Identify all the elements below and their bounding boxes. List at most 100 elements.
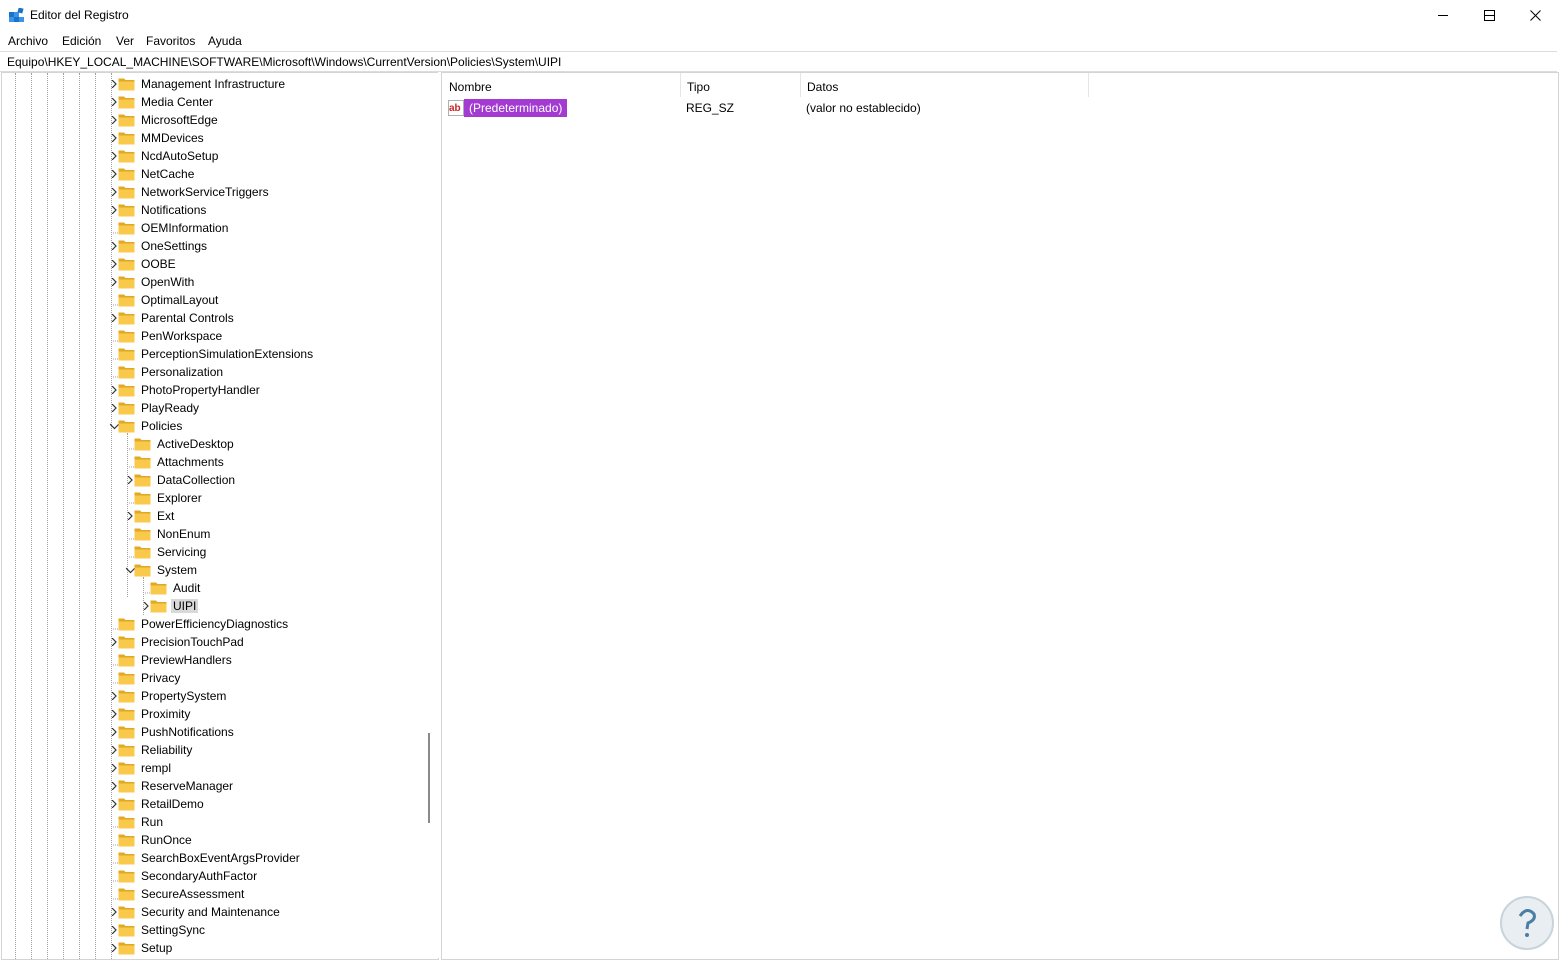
tree-item[interactable]: Ext <box>124 507 438 525</box>
folder-icon <box>150 582 167 595</box>
folder-icon <box>118 276 135 289</box>
folder-icon <box>118 924 135 937</box>
minimize-button-real[interactable] <box>1420 0 1466 31</box>
tree-item-label: Servicing <box>157 545 207 559</box>
help-person-icon <box>1518 909 1536 937</box>
tree-item[interactable]: Media Center <box>108 93 428 111</box>
folder-icon <box>134 510 151 523</box>
tree-item[interactable]: Reliability <box>108 741 428 759</box>
tree-item[interactable]: NetCache <box>108 165 428 183</box>
tree-item[interactable]: OOBE <box>108 255 428 273</box>
tree-item[interactable]: Policies <box>108 417 428 435</box>
tree-item[interactable]: PreviewHandlers <box>108 651 428 669</box>
tree-guide-line <box>31 73 32 959</box>
tree-item[interactable]: MicrosoftEdge <box>108 111 428 129</box>
tree-item[interactable]: RetailDemo <box>108 795 428 813</box>
tree-item[interactable]: Security and Maintenance <box>108 903 428 921</box>
folder-icon <box>118 312 135 325</box>
tree-item-label: PrecisionTouchPad <box>141 635 244 649</box>
tree-item[interactable]: NcdAutoSetup <box>108 147 428 165</box>
tree-item-label: Personalization <box>141 365 224 379</box>
folder-icon <box>118 294 135 307</box>
folder-icon <box>118 618 135 631</box>
tree-item[interactable]: Run <box>108 813 428 831</box>
maximize-button[interactable] <box>1466 0 1512 31</box>
value-name[interactable]: (Predeterminado) <box>464 99 568 117</box>
menu-archivo[interactable]: Archivo <box>8 34 48 48</box>
tree-item[interactable]: PrecisionTouchPad <box>108 633 428 651</box>
tree-item[interactable]: SecureAssessment <box>108 885 428 903</box>
tree-item[interactable]: PhotoPropertyHandler <box>108 381 428 399</box>
tree-item[interactable]: PowerEfficiencyDiagnostics <box>108 615 428 633</box>
tree-item[interactable]: PenWorkspace <box>108 327 428 345</box>
tree-item[interactable]: System <box>124 561 438 579</box>
menu-ayuda[interactable]: Ayuda <box>208 34 242 48</box>
tree-item[interactable]: OptimalLayout <box>108 291 428 309</box>
tree-item[interactable]: PlayReady <box>108 399 428 417</box>
tree-item[interactable]: NonEnum <box>124 525 438 543</box>
menu-ver[interactable]: Ver <box>116 34 134 48</box>
column-header-datos[interactable]: Datos <box>800 73 1089 97</box>
tree-item[interactable]: rempl <box>108 759 428 777</box>
tree-item[interactable]: OneSettings <box>108 237 428 255</box>
key-tree-pane[interactable]: Management Infrastructure Media Center Mic… <box>1 72 439 960</box>
minimize-glyph-icon <box>1437 15 1448 16</box>
folder-icon <box>118 888 135 901</box>
tree-item-label: Reliability <box>141 743 193 757</box>
tree-item-label: SettingSync <box>141 923 206 937</box>
tree-item[interactable]: Parental Controls <box>108 309 428 327</box>
values-pane[interactable]: Nombre Tipo Datos ab (Predeterminado) RE… <box>441 72 1559 960</box>
tree-item[interactable]: ActiveDesktop <box>124 435 438 453</box>
tree-item[interactable]: Attachments <box>124 453 438 471</box>
tree-item-label: Parental Controls <box>141 311 234 325</box>
tree-item[interactable]: SearchBoxEventArgsProvider <box>108 849 428 867</box>
column-header-label: Datos <box>807 80 839 94</box>
folder-icon <box>118 690 135 703</box>
tree-item[interactable]: PerceptionSimulationExtensions <box>108 345 428 363</box>
folder-icon <box>118 366 135 379</box>
tree-item-label: OOBE <box>141 257 176 271</box>
tree-item[interactable]: Servicing <box>124 543 438 561</box>
tree-item[interactable]: Management Infrastructure <box>108 75 428 93</box>
folder-icon <box>118 420 135 433</box>
registry-editor-icon <box>9 8 24 22</box>
address-bar[interactable]: Equipo\HKEY_LOCAL_MACHINE\SOFTWARE\Micro… <box>0 51 1557 72</box>
tree-item-label: SearchBoxEventArgsProvider <box>141 851 300 865</box>
close-button[interactable] <box>1512 0 1558 31</box>
tree-item[interactable]: SettingSync <box>108 921 428 939</box>
folder-icon <box>150 600 167 613</box>
folder-icon <box>118 870 135 883</box>
column-header-nombre[interactable]: Nombre <box>442 73 681 97</box>
tree-item-label: UIPI <box>171 599 199 613</box>
folder-icon <box>118 852 135 865</box>
menu-favoritos[interactable]: Favoritos <box>146 34 195 48</box>
value-row[interactable]: ab (Predeterminado) REG_SZ (valor no est… <box>442 99 1242 117</box>
folder-icon <box>118 348 135 361</box>
menu-edicion[interactable]: Edición <box>62 34 101 48</box>
tree-item[interactable]: Personalization <box>108 363 428 381</box>
tree-item[interactable]: PropertySystem <box>108 687 428 705</box>
folder-icon <box>118 906 135 919</box>
tree-item[interactable]: PushNotifications <box>108 723 428 741</box>
folder-icon <box>118 150 135 163</box>
tree-item-label: Ext <box>157 509 175 523</box>
tree-item[interactable]: RunOnce <box>108 831 428 849</box>
tree-item[interactable]: NetworkServiceTriggers <box>108 183 428 201</box>
tree-item[interactable]: Privacy <box>108 669 428 687</box>
tree-item[interactable]: SecondaryAuthFactor <box>108 867 428 885</box>
tree-item[interactable]: Notifications <box>108 201 428 219</box>
tree-item[interactable]: ReserveManager <box>108 777 428 795</box>
tree-item[interactable]: OpenWith <box>108 273 428 291</box>
folder-icon <box>118 96 135 109</box>
tree-item[interactable]: DataCollection <box>124 471 438 489</box>
tree-item[interactable]: Proximity <box>108 705 428 723</box>
address-path[interactable]: Equipo\HKEY_LOCAL_MACHINE\SOFTWARE\Micro… <box>7 55 561 69</box>
tree-item[interactable]: Explorer <box>124 489 438 507</box>
tree-item[interactable]: Audit <box>140 579 438 597</box>
tree-scrollbar-thumb[interactable] <box>428 733 430 823</box>
tree-item[interactable]: MMDevices <box>108 129 428 147</box>
tree-item[interactable]: OEMInformation <box>108 219 428 237</box>
tree-item[interactable]: UIPI <box>140 597 438 615</box>
tree-item[interactable]: Setup <box>108 939 428 957</box>
column-header-tipo[interactable]: Tipo <box>680 73 801 97</box>
